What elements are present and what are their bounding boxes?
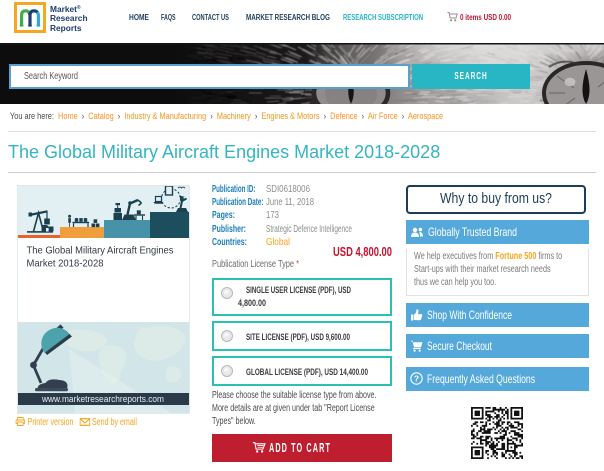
svg-text:The Global Military Aircraft E: The Global Military Aircraft Engines (27, 246, 174, 257)
svg-text:www.marketresearchreports.com: www.marketresearchreports.com (41, 394, 164, 404)
svg-text:?: ? (414, 373, 419, 383)
svg-text:Market 2018-2028: Market 2018-2028 (27, 259, 104, 270)
